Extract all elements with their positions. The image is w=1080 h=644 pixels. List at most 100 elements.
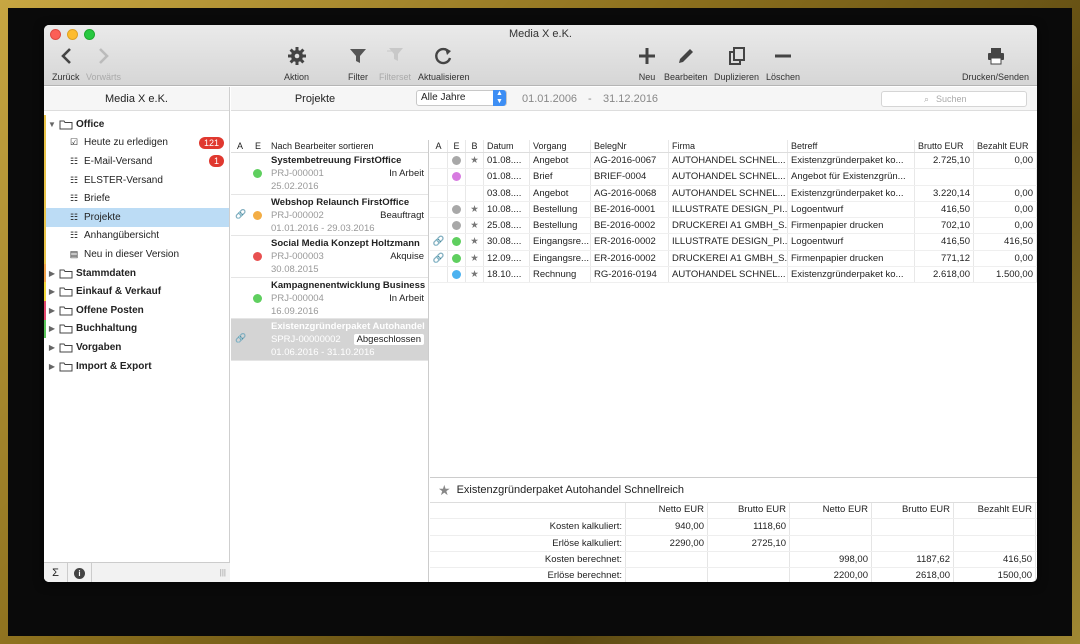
detail-title-row: ★ Existenzgründerpaket Autohandel Schnel… xyxy=(430,478,1037,503)
column-header[interactable]: Bezahlt EUR xyxy=(974,140,1037,152)
search-field[interactable]: ⌕ Suchen xyxy=(881,91,1027,107)
status-dot xyxy=(452,156,461,165)
table-cell-brutto xyxy=(915,169,974,185)
table-row[interactable]: ★ 18.10.... Rechnung RG-2016-0194 AUTOHANDEL… xyxy=(430,267,1037,284)
table-cell-betreff: Existenzgründerpaket ko... xyxy=(788,267,915,283)
group-color-bar xyxy=(44,319,46,339)
filterset-button[interactable]: Filterset xyxy=(379,44,411,82)
disclosure-closed-icon[interactable]: ▶ xyxy=(47,306,57,315)
table-cell-a xyxy=(430,267,448,283)
folder-icon xyxy=(59,287,73,297)
sidebar-group-vorgaben[interactable]: ▶ Vorgaben xyxy=(44,338,229,357)
sidebar-item-projekte[interactable]: ☷ Projekte xyxy=(44,207,229,227)
chevron-left-icon xyxy=(59,44,73,68)
table-cell-e xyxy=(448,185,466,201)
table-cell-firma: DRUCKEREI A1 GMBH_S... xyxy=(669,250,788,267)
column-header[interactable]: Betreff xyxy=(788,140,915,152)
table-row[interactable]: 🔗 ★ 30.08.... Eingangsre... ER-2016-0002 ILLU… xyxy=(430,234,1037,251)
duplicate-icon xyxy=(727,44,747,68)
column-header[interactable]: Vorgang xyxy=(530,140,591,152)
table-cell-bezahlt: 1.500,00 xyxy=(974,267,1037,283)
sidebar-group-import-export[interactable]: ▶ Import & Export xyxy=(44,357,229,376)
project-item[interactable]: 🔗 Webshop Relaunch FirstOffice PRJ-000002 B… xyxy=(231,195,428,236)
sidebar-group-einkauf[interactable]: ▶ Einkauf & Verkauf xyxy=(44,282,229,301)
sidebar-group-buchhaltung[interactable]: ▶ Buchhaltung xyxy=(44,319,229,339)
table-cell-firma: AUTOHANDEL SCHNEL... xyxy=(669,169,788,185)
info-button[interactable]: i xyxy=(68,562,92,582)
table-cell-brutto: 3.220,14 xyxy=(915,185,974,201)
project-item[interactable]: Social Media Konzept Holtzmann PRJ-000003… xyxy=(231,236,428,278)
column-header[interactable]: Brutto EUR xyxy=(915,140,974,152)
project-item[interactable]: 🔗 Existenzgründerpaket Autohandel SPRJ-000… xyxy=(231,319,428,361)
sidebar-item-email[interactable]: ☷ E-Mail-Versand 1 xyxy=(44,152,229,171)
sidebar-group-offene-posten[interactable]: ▶ Offene Posten xyxy=(44,300,229,320)
print-send-button[interactable]: Drucken/Senden xyxy=(962,44,1029,82)
project-detail-panel: ★ Existenzgründerpaket Autohandel Schnel… xyxy=(430,477,1037,582)
project-item[interactable]: Systembetreuung FirstOffice PRJ-000001 In … xyxy=(231,153,428,195)
delete-button[interactable]: Löschen xyxy=(766,44,800,82)
new-button[interactable]: Neu xyxy=(637,44,657,82)
table-row[interactable]: 🔗 ★ 12.09.... Eingangsre... ER-2016-0002 DRUC… xyxy=(430,250,1037,268)
action-button[interactable]: Aktion xyxy=(284,44,309,82)
date-to[interactable]: 31.12.2016 xyxy=(603,93,658,105)
table-row[interactable]: ★ 01.08.... Angebot AG-2016-0067 AUTOHANDEL … xyxy=(430,153,1037,170)
table-cell-betreff: Logoentwurf xyxy=(788,234,915,250)
table-cell-beleg: BE-2016-0001 xyxy=(591,201,669,218)
sidebar-item-briefe[interactable]: ☷ Briefe xyxy=(44,189,229,208)
resize-handle[interactable]: ||| xyxy=(92,568,230,577)
sidebar-item-neu[interactable]: ▤ Neu in dieser Version xyxy=(44,245,229,264)
back-button[interactable]: Zurück xyxy=(52,44,80,82)
filter-label: Filter xyxy=(348,72,368,82)
table-cell-b: ★ xyxy=(466,201,484,218)
status-dot xyxy=(253,293,262,303)
table-row[interactable]: ★ 25.08.... Bestellung BE-2016-0002 DRUCKERE… xyxy=(430,218,1037,235)
edit-button[interactable]: Bearbeiten xyxy=(664,44,708,82)
column-header-e[interactable]: E xyxy=(249,141,267,151)
table-cell-brutto: 702,10 xyxy=(915,218,974,234)
chevron-right-icon xyxy=(97,44,111,68)
disclosure-closed-icon[interactable]: ▶ xyxy=(47,287,57,296)
table-row[interactable]: ★ 10.08.... Bestellung BE-2016-0001 ILLUSTRA… xyxy=(430,201,1037,219)
sort-header[interactable]: Nach Bearbeiter sortieren xyxy=(267,141,374,151)
sidebar-group-stammdaten[interactable]: ▶ Stammdaten xyxy=(44,263,229,283)
column-header[interactable]: B xyxy=(466,140,484,152)
column-header-a[interactable]: A xyxy=(231,141,249,151)
table-cell-firma: AUTOHANDEL SCHNEL... xyxy=(669,153,788,169)
column-header[interactable]: E xyxy=(448,140,466,152)
sidebar-item-label: E-Mail-Versand xyxy=(84,155,153,167)
forward-button[interactable]: Vorwärts xyxy=(86,44,121,82)
column-header[interactable]: A xyxy=(430,140,448,152)
table-cell-bezahlt: 0,00 xyxy=(974,201,1037,218)
sidebar-item-heute[interactable]: ☑ Heute zu erledigen 121 xyxy=(44,133,229,153)
duplicate-button[interactable]: Duplizieren xyxy=(714,44,759,82)
disclosure-open-icon[interactable]: ▼ xyxy=(47,120,57,129)
detail-column-header: Netto EUR xyxy=(626,503,708,519)
column-header[interactable]: Firma xyxy=(669,140,788,152)
disclosure-closed-icon[interactable]: ▶ xyxy=(47,362,57,371)
table-cell-bezahlt: 416,50 xyxy=(974,234,1037,250)
table-cell-b: ★ xyxy=(466,234,484,250)
folder-icon xyxy=(59,269,73,279)
date-from[interactable]: 01.01.2006 xyxy=(522,93,577,105)
disclosure-closed-icon[interactable]: ▶ xyxy=(47,324,57,333)
disclosure-closed-icon[interactable]: ▶ xyxy=(47,343,57,352)
sidebar-group-office[interactable]: ▼ Office xyxy=(44,115,229,134)
project-status: In Arbeit xyxy=(389,168,424,179)
table-row[interactable]: 01.08.... Brief BRIEF-0004 AUTOHANDEL SCHNE… xyxy=(430,169,1037,186)
refresh-button[interactable]: Aktualisieren xyxy=(418,44,470,82)
table-row[interactable]: 03.08.... Angebot AG-2016-0068 AUTOHANDEL S… xyxy=(430,185,1037,202)
column-header[interactable]: Datum xyxy=(484,140,530,152)
folder-icon xyxy=(59,362,73,372)
sidebar-item-anhang[interactable]: ☷ Anhangübersicht xyxy=(44,226,229,246)
table-cell-vorgang: Angebot xyxy=(530,153,591,169)
disclosure-closed-icon[interactable]: ▶ xyxy=(47,269,57,278)
column-header[interactable]: BelegNr xyxy=(591,140,669,152)
sum-button[interactable]: Σ xyxy=(44,562,68,582)
project-list-header: A E Nach Bearbeiter sortieren xyxy=(231,140,428,153)
filter-button[interactable]: Filter xyxy=(348,44,368,82)
year-select[interactable]: Alle Jahre ▲ ▼ xyxy=(416,90,507,106)
star-icon[interactable]: ★ xyxy=(438,482,451,499)
refresh-icon xyxy=(434,44,454,68)
project-item[interactable]: Kampagnenentwicklung Business PRJ-000004 I… xyxy=(231,278,428,319)
sidebar-item-elster[interactable]: ☷ ELSTER-Versand xyxy=(44,170,229,190)
